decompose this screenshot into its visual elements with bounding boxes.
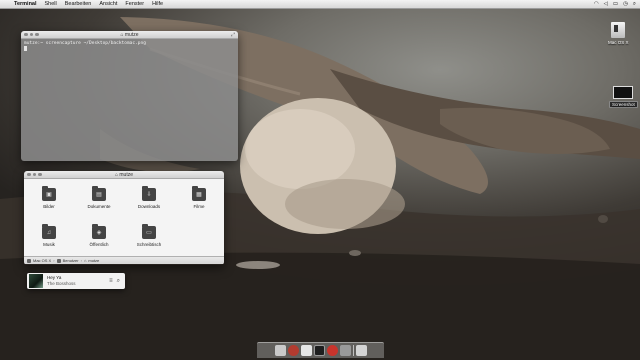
finder-title: mutze <box>119 171 134 178</box>
wifi-icon[interactable]: ◠ <box>594 1 599 7</box>
screenshot-thumbnail-icon <box>613 86 634 99</box>
terminal-titlebar[interactable]: ⌂ mutze ⤢ <box>21 31 238 39</box>
menu-bearbeiten[interactable]: Bearbeiten <box>61 1 96 7</box>
folder-musik[interactable]: ♫ Musik <box>24 217 74 256</box>
path-item-users[interactable]: Benutzer <box>63 258 79 263</box>
drive-icon <box>27 258 31 263</box>
menu-fenster[interactable]: Fenster <box>121 1 148 7</box>
folder-downloads[interactable]: ⇩ Downloads <box>124 179 174 217</box>
dock <box>257 342 384 358</box>
terminal-title: mutze <box>124 31 139 38</box>
folder-dokumente[interactable]: ▤ Dokumente <box>74 179 124 217</box>
menu-shell[interactable]: Shell <box>41 1 61 7</box>
list-icon[interactable]: ≡ <box>109 278 113 285</box>
dock-item-app-red-2[interactable] <box>326 345 338 356</box>
drive-label: Mac OS X <box>608 40 629 45</box>
path-item-home[interactable]: mutze <box>88 258 99 263</box>
path-item-drive[interactable]: Mac OS X <box>33 258 51 263</box>
documents-folder-icon: ▤ <box>92 185 106 201</box>
finder-content: ▣ Bilder ▤ Dokumente ⇩ Downloads ▦ Filme… <box>24 179 224 256</box>
desktop-folder-icon: ▭ <box>142 224 156 239</box>
chevron-right-icon: › <box>53 258 55 263</box>
chevron-right-icon: › <box>80 258 82 263</box>
dock-item-app-gray[interactable] <box>339 345 351 356</box>
dock-separator <box>352 345 354 356</box>
path-bar: Mac OS X › Benutzer › ⌂ mutze <box>24 256 224 264</box>
menu-bar: Terminal Shell Bearbeiten Ansicht Fenste… <box>0 0 640 9</box>
dock-item-trash[interactable] <box>355 345 367 356</box>
dock-item-terminal[interactable] <box>313 345 325 356</box>
terminal-window: ⌂ mutze ⤢ mutze:~ screencapture ~/Deskto… <box>21 31 238 161</box>
battery-icon[interactable]: ▭ <box>613 1 618 7</box>
terminal-cursor <box>24 46 27 51</box>
search-icon[interactable]: ⌕ <box>633 1 636 8</box>
dock-item-app-white[interactable] <box>300 345 312 356</box>
public-folder-icon: ◈ <box>92 224 106 239</box>
pictures-folder-icon: ▣ <box>42 185 56 201</box>
now-playing-widget[interactable]: Hey Ya The Bosshoss ≡ ⌕ <box>27 273 125 289</box>
volume-icon[interactable]: ◁ <box>604 1 608 7</box>
desktop-screenshot-icon[interactable]: Screenshot <box>609 86 638 108</box>
search-icon[interactable]: ⌕ <box>117 278 120 285</box>
movies-folder-icon: ▦ <box>192 185 206 201</box>
album-art <box>29 274 43 288</box>
clock-icon[interactable]: ◷ <box>623 1 628 7</box>
dock-item-finder[interactable] <box>274 345 286 356</box>
folder-oeffentlich[interactable]: ◈ Öffentlich <box>74 217 124 256</box>
terminal-body[interactable]: mutze:~ screencapture ~/Desktop/backtoma… <box>21 39 238 161</box>
screenshot-label: Screenshot <box>609 101 638 108</box>
home-icon: ⌂ <box>83 258 87 263</box>
track-artist: The Bosshoss <box>47 281 76 286</box>
finder-window: ⌂ mutze ▣ Bilder ▤ Dokumente ⇩ Downloads… <box>24 171 224 265</box>
finder-titlebar[interactable]: ⌂ mutze <box>24 171 224 179</box>
users-folder-icon <box>56 258 61 263</box>
fullscreen-icon[interactable]: ⤢ <box>231 32 235 38</box>
menu-hilfe[interactable]: Hilfe <box>148 1 167 7</box>
folder-filme[interactable]: ▦ Filme <box>174 179 224 217</box>
music-folder-icon: ♫ <box>42 224 56 239</box>
folder-schreibtisch[interactable]: ▭ Schreibtisch <box>124 217 174 256</box>
dock-item-app-red[interactable] <box>287 345 299 356</box>
downloads-folder-icon: ⇩ <box>142 185 156 201</box>
menu-app-name[interactable]: Terminal <box>10 1 41 7</box>
folder-bilder[interactable]: ▣ Bilder <box>24 179 74 217</box>
desktop-drive-icon[interactable]: Mac OS X <box>608 22 629 45</box>
hard-drive-icon <box>611 22 626 38</box>
status-area: ◠ ◁ ▭ ◷ ⌕ <box>594 1 640 8</box>
menu-ansicht[interactable]: Ansicht <box>95 1 121 7</box>
